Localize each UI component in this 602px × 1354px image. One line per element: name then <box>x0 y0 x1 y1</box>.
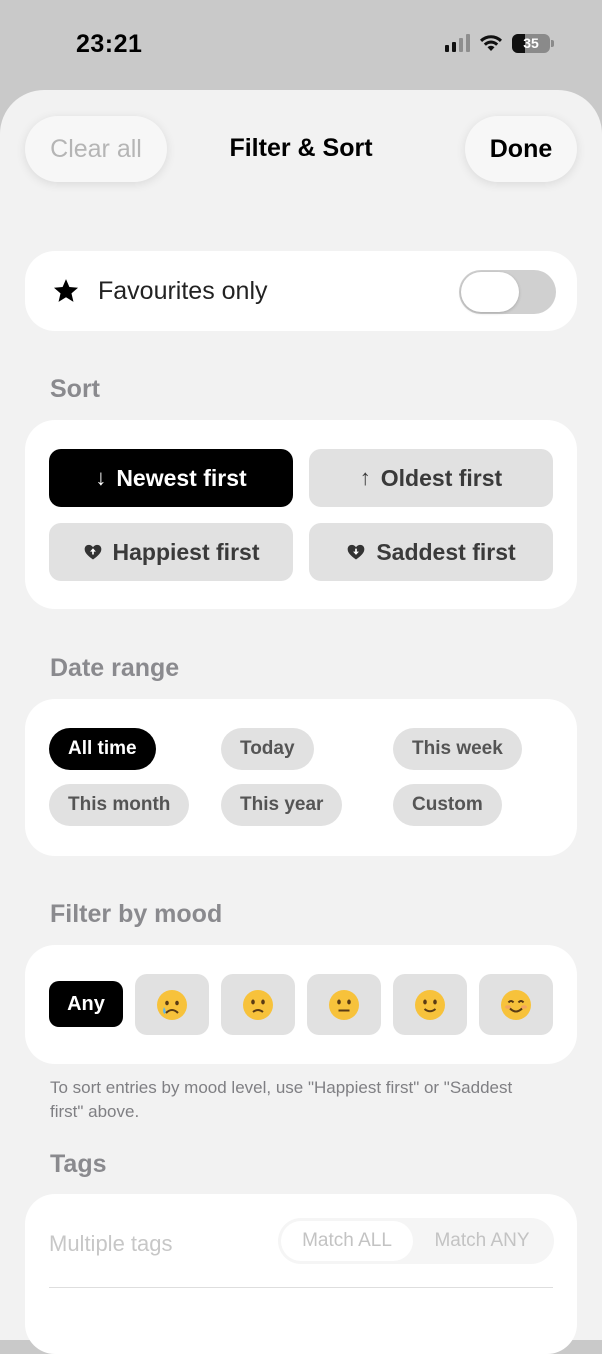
arrow-down-icon: ↓ <box>95 465 107 490</box>
mood-frowning-button[interactable] <box>221 974 295 1035</box>
status-bar: 23:21 35 <box>0 0 602 90</box>
wifi-icon <box>480 35 502 51</box>
favourites-label: Favourites only <box>98 277 268 305</box>
battery-level: 35 <box>523 35 539 51</box>
date-range-section-label: Date range <box>50 654 180 682</box>
sort-oldest-label: Oldest first <box>380 464 503 491</box>
mood-crying-button[interactable] <box>135 974 209 1035</box>
date-today-chip[interactable]: Today <box>221 728 314 770</box>
tags-card: Multiple tags Match ALL Match ANY <box>25 1194 577 1354</box>
mood-section-label: Filter by mood <box>50 900 223 928</box>
smiling-face-icon <box>501 989 531 1020</box>
sort-saddest-button[interactable]: Saddest first <box>309 523 553 581</box>
sort-happiest-label: Happiest first <box>112 538 260 565</box>
match-any-segment[interactable]: Match ANY <box>413 1221 551 1261</box>
done-button[interactable]: Done <box>465 116 577 182</box>
mood-smiling-button[interactable] <box>479 974 553 1035</box>
slightly-frowning-face-icon <box>243 989 273 1020</box>
mood-helper-text: To sort entries by mood level, use "Happ… <box>50 1078 513 1121</box>
sort-newest-button[interactable]: ↓ Newest first <box>49 449 293 507</box>
sort-card: ↓ Newest first ↑ Oldest first Happiest f… <box>25 420 577 609</box>
sort-happiest-button[interactable]: Happiest first <box>49 523 293 581</box>
heart-down-icon <box>347 544 365 560</box>
crying-face-icon <box>157 989 187 1020</box>
tags-divider <box>49 1287 553 1288</box>
status-time: 23:21 <box>76 30 143 58</box>
favourites-card: Favourites only <box>25 251 577 331</box>
arrow-up-icon: ↑ <box>359 465 371 490</box>
slightly-smiling-face-icon <box>415 989 445 1020</box>
filter-sort-sheet: Clear all Filter & Sort Done Favourites … <box>0 90 602 1354</box>
signal-icon <box>445 34 470 52</box>
mood-card: Any <box>25 945 577 1064</box>
tags-section-label: Tags <box>50 1150 107 1178</box>
tags-placeholder: Multiple tags <box>49 1231 173 1256</box>
toggle-knob <box>461 272 519 312</box>
heart-up-icon <box>84 544 101 560</box>
mood-neutral-button[interactable] <box>307 974 381 1035</box>
star-icon <box>53 279 79 302</box>
date-custom-chip[interactable]: Custom <box>393 784 502 826</box>
mood-any-button[interactable]: Any <box>49 981 123 1027</box>
date-this-year-chip[interactable]: This year <box>221 784 343 826</box>
match-all-segment[interactable]: Match ALL <box>281 1221 413 1261</box>
sort-saddest-label: Saddest first <box>376 538 516 565</box>
tag-match-segmented-control: Match ALL Match ANY <box>278 1218 554 1264</box>
favourites-toggle[interactable] <box>459 270 556 314</box>
date-range-card: All time Today This week This month This… <box>25 699 577 856</box>
status-icons: 35 <box>445 33 554 53</box>
date-all-time-chip[interactable]: All time <box>49 728 156 770</box>
mood-slightly-smiling-button[interactable] <box>393 974 467 1035</box>
sort-section-label: Sort <box>50 375 100 403</box>
neutral-face-icon <box>329 989 359 1020</box>
date-this-month-chip[interactable]: This month <box>49 784 190 826</box>
sort-newest-label: Newest first <box>116 464 247 491</box>
sort-oldest-button[interactable]: ↑ Oldest first <box>309 449 553 507</box>
date-this-week-chip[interactable]: This week <box>393 728 522 770</box>
battery-icon: 35 <box>512 33 550 53</box>
